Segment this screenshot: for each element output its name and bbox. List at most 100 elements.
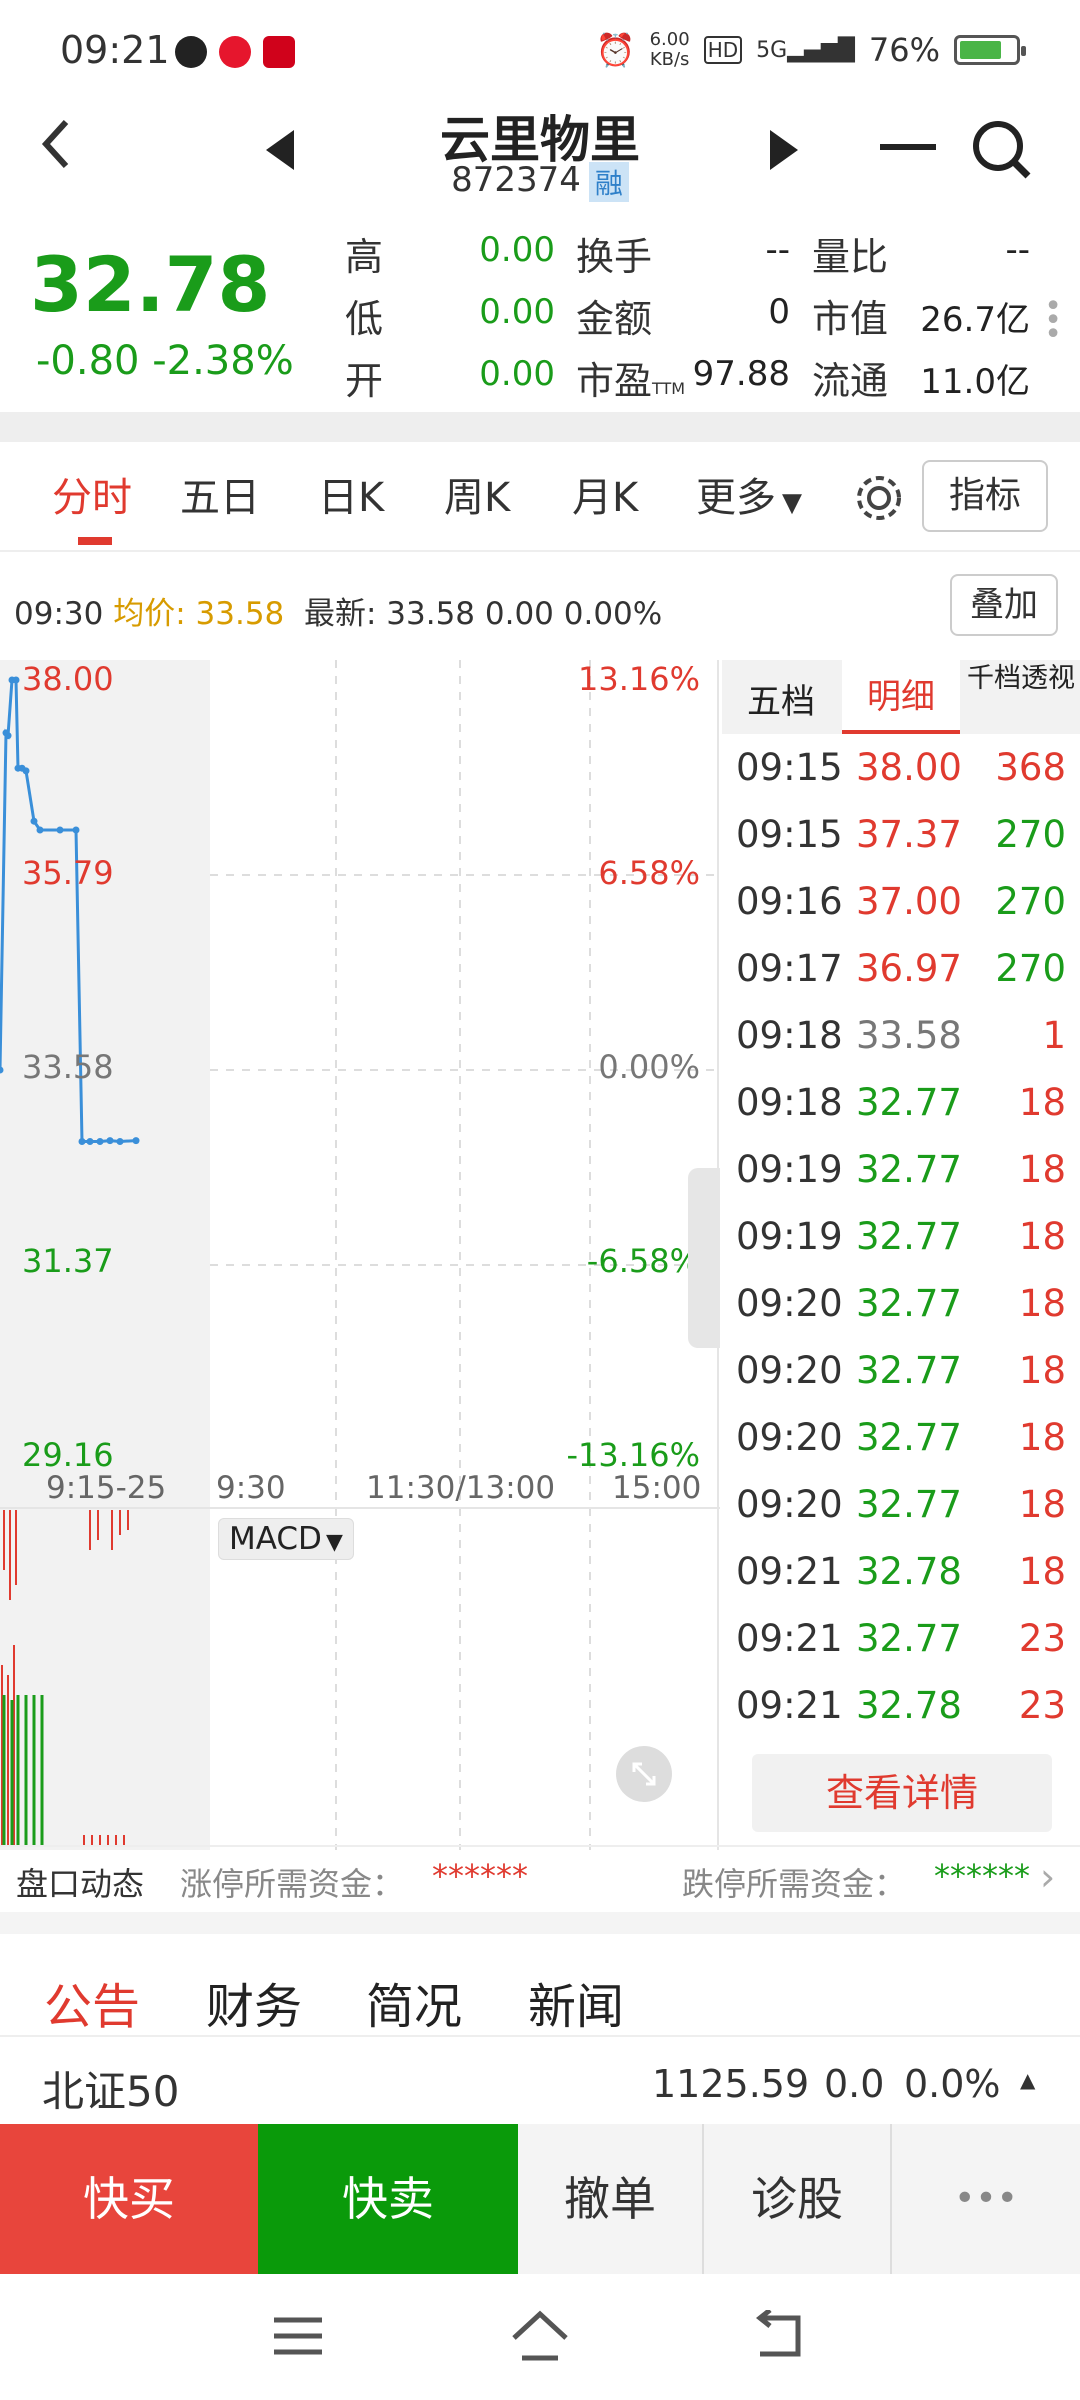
price-point <box>78 1138 86 1145</box>
tab-monthly-k[interactable]: 月K <box>572 465 638 523</box>
turnover-label: 换手 <box>576 235 653 279</box>
diagnose-button[interactable]: 诊股 <box>704 2124 892 2274</box>
indicator-button[interactable]: 指标 <box>922 460 1048 532</box>
trade-volume: 270 <box>995 947 1066 990</box>
limit-down-label: 跌停所需资金： <box>682 1865 907 1903</box>
trade-time: 09:17 <box>736 947 843 990</box>
trade-row: 09:15 37.37 270 <box>722 805 1080 872</box>
view-details-button[interactable]: 查看详情 <box>752 1754 1052 1832</box>
quote-panel: 32.78 -0.80 -2.38% 高 0.00 低 0.00 开 0.00 … <box>0 210 1080 410</box>
trade-price: 37.00 <box>856 880 962 923</box>
trade-row: 09:21 32.77 23 <box>722 1609 1080 1676</box>
tab-intraday[interactable]: 分时 <box>52 465 132 523</box>
trade-time: 09:15 <box>736 746 843 789</box>
settings-gear-icon[interactable] <box>852 471 906 529</box>
open-label: 开 <box>345 359 384 403</box>
signal-icon: 5G▂▄▆█ <box>756 37 855 63</box>
tab-details[interactable]: 明细 <box>842 660 960 734</box>
trade-price: 32.77 <box>856 1282 962 1325</box>
trade-time: 09:20 <box>736 1483 843 1526</box>
panel-collapse-handle[interactable] <box>688 1168 720 1348</box>
quick-sell-button[interactable]: 快卖 <box>258 2124 518 2274</box>
mktcap-label: 市值 <box>812 297 889 341</box>
trade-action-bar: 快买 快卖 撤单 诊股 ••• <box>0 2124 1080 2274</box>
open-value: 0.00 <box>479 354 555 394</box>
y-right-tick-4: -13.16% <box>566 1436 700 1474</box>
next-stock-icon[interactable] <box>766 128 802 176</box>
trade-volume: 23 <box>1018 1617 1066 1660</box>
pe-label: 市盈TTM <box>576 359 686 403</box>
trade-time: 09:18 <box>736 1014 843 1057</box>
trade-row: 09:18 32.77 18 <box>722 1073 1080 1140</box>
trade-price: 33.58 <box>856 1014 962 1057</box>
tab-announcements[interactable]: 公告 <box>44 1967 140 2037</box>
trade-volume: 270 <box>995 880 1066 923</box>
expand-icon[interactable] <box>616 1746 672 1802</box>
tab-news[interactable]: 新闻 <box>528 1967 624 2037</box>
latest-info: 最新: 33.58 0.00 0.00% <box>303 596 663 632</box>
tab-daily-k[interactable]: 日K <box>318 465 384 523</box>
intraday-chart: 38.00 35.79 33.58 31.37 29.16 13.16% 6.5… <box>0 660 720 1850</box>
overlay-button[interactable]: 叠加 <box>950 574 1058 636</box>
back-nav-icon[interactable] <box>752 2308 808 2366</box>
tab-weekly-k[interactable]: 周K <box>444 465 510 523</box>
mktcap-value: 26.7亿 <box>920 300 1030 340</box>
trade-volume: 18 <box>1018 1416 1066 1459</box>
y-right-tick-0: 13.16% <box>577 660 700 698</box>
trade-price: 32.77 <box>856 1349 962 1392</box>
price-point <box>22 767 30 775</box>
trade-row: 09:16 37.00 270 <box>722 872 1080 939</box>
limit-up-value: ****** <box>432 1857 528 1895</box>
divider <box>0 1912 1080 1934</box>
trade-volume: 1 <box>1042 1014 1066 1057</box>
trade-row: 09:19 32.77 18 <box>722 1140 1080 1207</box>
price-point <box>30 817 38 825</box>
trade-volume: 368 <box>995 746 1066 789</box>
amount-label: 金额 <box>576 297 653 341</box>
macd-dropdown[interactable]: MACD ▼ <box>218 1518 354 1560</box>
vol-ratio-label: 量比 <box>812 235 889 279</box>
trade-time: 09:21 <box>736 1550 843 1593</box>
cancel-order-button[interactable]: 撤单 <box>518 2124 704 2274</box>
turnover-value: -- <box>765 230 790 270</box>
status-bar: 09:21 ⏰ 6.00 KB/s HD 5G▂▄▆█ 76% <box>0 0 1080 100</box>
minus-icon[interactable] <box>880 144 936 150</box>
trade-time: 09:19 <box>736 1215 843 1258</box>
index-ticker[interactable]: 北证50 1125.59 0.0 0.0% ▲ <box>0 2040 1080 2124</box>
trade-volume: 18 <box>1018 1148 1066 1191</box>
tab-more[interactable]: 更多 ▼ <box>696 465 802 523</box>
search-icon[interactable] <box>970 118 1034 186</box>
more-actions-button[interactable]: ••• <box>892 2124 1080 2274</box>
y-left-tick-3: 31.37 <box>22 1242 114 1280</box>
info-tab-bar: 公告 财务 简况 新闻 <box>0 1935 1080 2037</box>
trade-time: 09:18 <box>736 1081 843 1124</box>
x-tick-1: 9:30 <box>216 1470 286 1506</box>
trade-price: 32.78 <box>856 1550 962 1593</box>
trade-row: 09:20 32.77 18 <box>722 1341 1080 1408</box>
price-point <box>12 676 20 684</box>
float-value: 11.0亿 <box>920 362 1030 402</box>
caret-up-icon: ▲ <box>1020 2068 1036 2092</box>
tab-thousand-depth[interactable]: 千档透视 <box>962 662 1080 696</box>
trade-time: 09:20 <box>736 1349 843 1392</box>
home-icon[interactable] <box>508 2308 572 2368</box>
tab-five-levels[interactable]: 五档 <box>722 674 840 723</box>
order-dynamics-bar[interactable]: 盘口动态 涨停所需资金： ****** 跌停所需资金： ****** › <box>0 1845 1080 1915</box>
trade-row: 09:19 32.77 18 <box>722 1207 1080 1274</box>
tab-five-day[interactable]: 五日 <box>180 465 260 523</box>
price-point <box>4 732 12 740</box>
tab-financials[interactable]: 财务 <box>206 1967 302 2037</box>
stock-code: 872374 <box>451 160 581 200</box>
menu-icon[interactable] <box>270 2312 326 2364</box>
quick-buy-button[interactable]: 快买 <box>0 2124 258 2274</box>
trade-price: 32.77 <box>856 1148 962 1191</box>
trade-detail-panel: 五档 明细 千档透视 09:15 38.00 368 09:15 37.37 270 09:… <box>722 660 1080 1840</box>
price-point <box>86 1138 94 1145</box>
more-vertical-icon[interactable]: • • • <box>1044 292 1062 350</box>
price-point <box>116 1138 124 1145</box>
trade-time: 09:20 <box>736 1282 843 1325</box>
tab-profile[interactable]: 简况 <box>366 1967 462 2037</box>
trade-volume: 18 <box>1018 1550 1066 1593</box>
chart-tab-bar: 分时 五日 日K 周K 月K 更多 ▼ 指标 <box>0 445 1080 552</box>
trade-time: 09:20 <box>736 1416 843 1459</box>
